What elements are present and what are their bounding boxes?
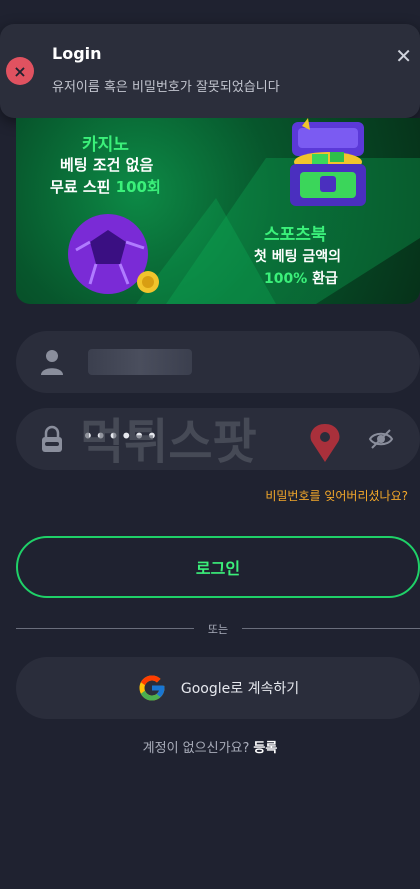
casino-line2-highlight: 100회 xyxy=(115,178,161,196)
google-button-label: Google로 계속하기 xyxy=(180,681,300,697)
signup-row: 계정이 없으신가요? 등록 xyxy=(0,737,420,756)
sports-line1: 첫 베팅 금액의 xyxy=(254,249,342,265)
username-value-blurred xyxy=(88,349,192,375)
casino-title: 카지노 xyxy=(82,135,129,155)
divider-line-right xyxy=(242,628,420,629)
error-icon: × xyxy=(6,57,34,85)
sports-title: 스포츠북 xyxy=(264,225,327,245)
or-divider: 또는 xyxy=(16,620,420,638)
lock-icon xyxy=(42,425,62,452)
sports-line2: 100% 환급 xyxy=(264,268,338,288)
watermark-text-left: 먹튀스팟 xyxy=(80,414,257,470)
sports-line2-text: 환급 xyxy=(312,271,338,287)
casino-line2: 무료 스핀 100회 xyxy=(50,176,161,197)
divider-line-left xyxy=(16,628,194,629)
username-field[interactable] xyxy=(16,331,420,393)
signup-prompt: 계정이 없으신가요? xyxy=(142,741,250,756)
error-toast: × Login 유저이름 혹은 비밀번호가 잘못되었습니다 ✕ xyxy=(0,24,420,118)
user-icon xyxy=(41,350,63,375)
google-login-button[interactable]: Google로 계속하기 xyxy=(16,657,420,719)
signup-link[interactable]: 등록 xyxy=(253,741,277,756)
toast-message: 유저이름 혹은 비밀번호가 잘못되었습니다 xyxy=(52,80,280,95)
sports-line2-highlight: 100% xyxy=(264,271,308,287)
casino-line2-text: 무료 스핀 xyxy=(50,178,111,196)
close-icon[interactable]: ✕ xyxy=(395,44,412,68)
treasure-chest-icon xyxy=(290,118,366,206)
eye-off-icon[interactable] xyxy=(368,428,394,450)
login-button[interactable]: 로그인 xyxy=(16,536,420,598)
casino-line1: 베팅 조건 없음 xyxy=(60,156,154,174)
toast-title: Login xyxy=(52,44,102,63)
google-icon xyxy=(139,675,165,701)
forgot-password-link[interactable]: 비밀번호를 잊어버리셨나요? xyxy=(265,487,408,504)
or-text: 또는 xyxy=(207,623,229,636)
promo-banner[interactable]: 카지노 베팅 조건 없음 무료 스핀 100회 스포츠북 첫 베팅 금액의 10… xyxy=(16,118,420,304)
purple-ball-icon xyxy=(68,214,159,294)
watermark-logo: 먹튀스팟 xyxy=(80,414,340,470)
